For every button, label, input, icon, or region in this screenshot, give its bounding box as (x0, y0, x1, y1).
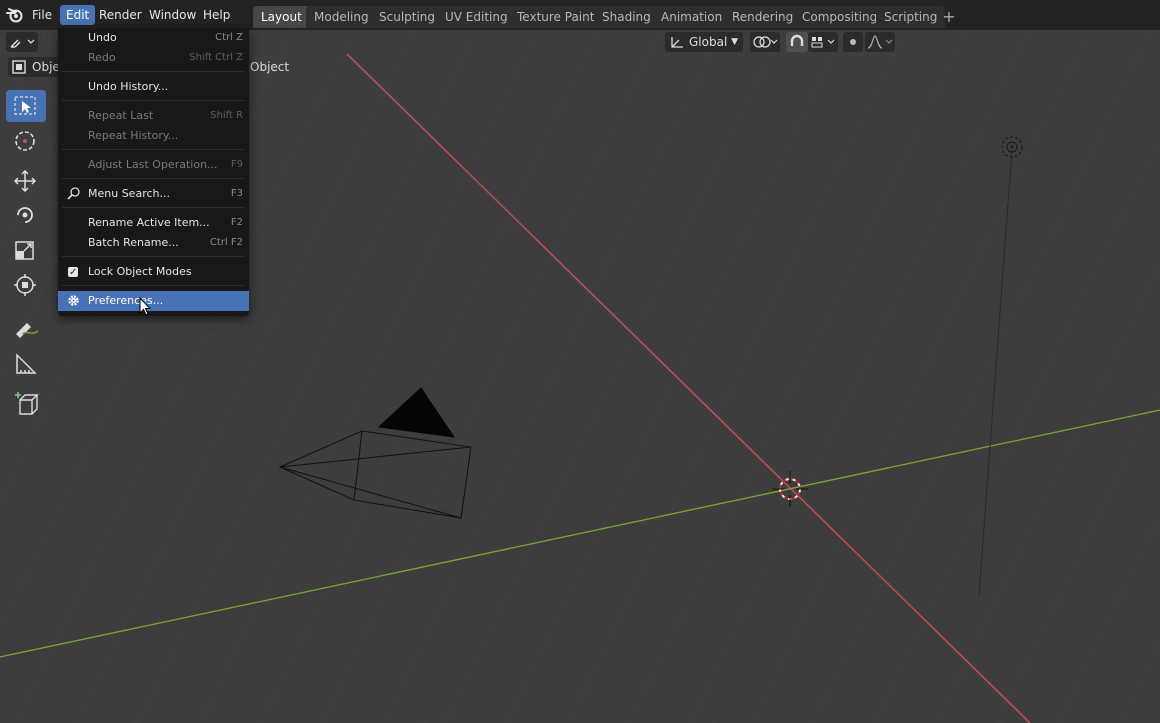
menu-item-preferences[interactable]: Preferences... (58, 291, 249, 311)
menu-separator (62, 207, 245, 208)
menu-render[interactable]: Render (93, 5, 148, 25)
cursor-tool-icon (15, 131, 35, 151)
pivot-point-dropdown[interactable] (750, 32, 780, 52)
annotate-tool[interactable] (6, 310, 46, 342)
search-icon (67, 187, 80, 200)
menu-item-adjust-last-operation[interactable]: Adjust Last Operation... F9 (58, 155, 249, 175)
object-menu[interactable]: Object (246, 57, 293, 77)
cursor-tool[interactable] (6, 124, 46, 156)
chevron-down-icon: ▼ (731, 37, 738, 47)
menu-help[interactable]: Help (197, 5, 236, 25)
falloff-curve-icon (867, 35, 893, 49)
add-cube-tool[interactable] (6, 386, 46, 418)
orientation-axes-icon (671, 37, 683, 48)
menu-item-label: Redo (88, 51, 116, 64)
menu-separator (62, 256, 245, 257)
menu-item-lock-object-modes[interactable]: Lock Object Modes (58, 262, 249, 283)
menu-item-shortcut: Ctrl F2 (209, 237, 243, 248)
snap-toggle[interactable] (786, 32, 808, 52)
menu-separator (62, 285, 245, 286)
menu-window[interactable]: Window (143, 5, 202, 25)
tab-compositing[interactable]: Compositing (794, 6, 886, 28)
proportional-dot-icon (850, 39, 856, 45)
tab-modeling[interactable]: Modeling (306, 6, 377, 28)
menu-item-menu-search[interactable]: Menu Search... F3 (58, 184, 249, 204)
move-icon (14, 170, 37, 193)
menu-item-label: Lock Object Modes (88, 265, 192, 278)
menu-item-shortcut: Shift R (210, 110, 243, 121)
proportional-edit-toggle[interactable] (843, 32, 863, 52)
mouse-pointer-icon (139, 297, 151, 316)
edit-menu-dropdown: Undo Ctrl Z Redo Shift Ctrl Z Undo Histo… (58, 28, 249, 316)
snap-target-dropdown[interactable] (808, 32, 838, 52)
menu-item-label: Undo History... (88, 80, 169, 93)
menu-item-label: Repeat History... (88, 129, 179, 142)
editor-type-button[interactable] (6, 32, 38, 52)
tab-layout[interactable]: Layout (253, 6, 310, 28)
object-mode-icon (12, 60, 26, 74)
select-box-icon (14, 96, 36, 115)
menu-item-repeat-last[interactable]: Repeat Last Shift R (58, 106, 249, 126)
annotate-pencil-icon (16, 323, 39, 338)
tab-scripting[interactable]: Scripting (876, 6, 946, 28)
gear-icon (68, 295, 79, 306)
transform-icon (14, 274, 36, 296)
falloff-dropdown[interactable] (865, 32, 895, 52)
menu-item-label: Rename Active Item... (88, 216, 210, 229)
menu-item-label: Menu Search... (88, 187, 170, 200)
snap-increment-icon (811, 37, 835, 48)
axes-gizmo-icon (10, 39, 35, 48)
transform-orientation-dropdown[interactable]: Global ▼ (665, 32, 743, 52)
blender-logo-icon[interactable] (5, 6, 25, 24)
menu-item-shortcut: F2 (230, 217, 243, 228)
menu-item-shortcut: F9 (230, 159, 243, 170)
tab-rendering[interactable]: Rendering (724, 6, 802, 28)
menu-item-rename-active-item[interactable]: Rename Active Item... F2 (58, 213, 249, 233)
scale-tool[interactable] (6, 234, 46, 266)
top-bar: File Edit Render Window Help Layout Mode… (0, 0, 1160, 30)
menu-item-label: Batch Rename... (88, 236, 179, 249)
menu-separator (62, 100, 245, 101)
menu-item-undo-history[interactable]: Undo History... (58, 77, 249, 97)
menu-file[interactable]: File (26, 5, 58, 25)
menu-item-repeat-history[interactable]: Repeat History... (58, 126, 249, 146)
menu-item-shortcut: F3 (230, 188, 243, 199)
tab-shading[interactable]: Shading (594, 6, 659, 28)
transform-orientation-label: Global (689, 35, 728, 49)
menu-edit[interactable]: Edit (60, 5, 96, 25)
menu-item-label: Preferences... (88, 294, 164, 307)
menu-item-batch-rename[interactable]: Batch Rename... Ctrl F2 (58, 233, 249, 253)
tab-texture-paint[interactable]: Texture Paint (509, 6, 603, 28)
menu-separator (62, 71, 245, 72)
menu-separator (62, 178, 245, 179)
select-box-tool[interactable] (6, 90, 46, 122)
measure-ruler-icon (16, 353, 37, 374)
add-workspace-button[interactable]: + (940, 8, 958, 26)
menu-item-label: Adjust Last Operation... (88, 158, 218, 171)
menu-separator (62, 149, 245, 150)
menu-item-shortcut: Ctrl Z (215, 32, 243, 43)
magnet-icon (790, 34, 804, 46)
scale-icon (15, 241, 34, 260)
tab-sculpting[interactable]: Sculpting (371, 6, 444, 28)
move-tool[interactable] (6, 164, 46, 196)
checkbox-checked[interactable] (68, 263, 78, 283)
menu-item-label: Undo (88, 31, 117, 44)
rotate-tool[interactable] (6, 198, 46, 230)
rotate-icon (17, 207, 33, 223)
menu-item-label: Repeat Last (88, 109, 154, 122)
menu-item-shortcut: Shift Ctrl Z (189, 52, 243, 63)
tab-uv-editing[interactable]: UV Editing (437, 6, 516, 28)
tab-animation[interactable]: Animation (653, 6, 731, 28)
add-cube-icon (15, 392, 39, 415)
pivot-point-icon (753, 36, 778, 48)
menu-item-redo[interactable]: Redo Shift Ctrl Z (58, 48, 249, 68)
menu-item-undo[interactable]: Undo Ctrl Z (58, 28, 249, 48)
measure-tool[interactable] (6, 346, 46, 378)
transform-tool[interactable] (6, 268, 46, 300)
